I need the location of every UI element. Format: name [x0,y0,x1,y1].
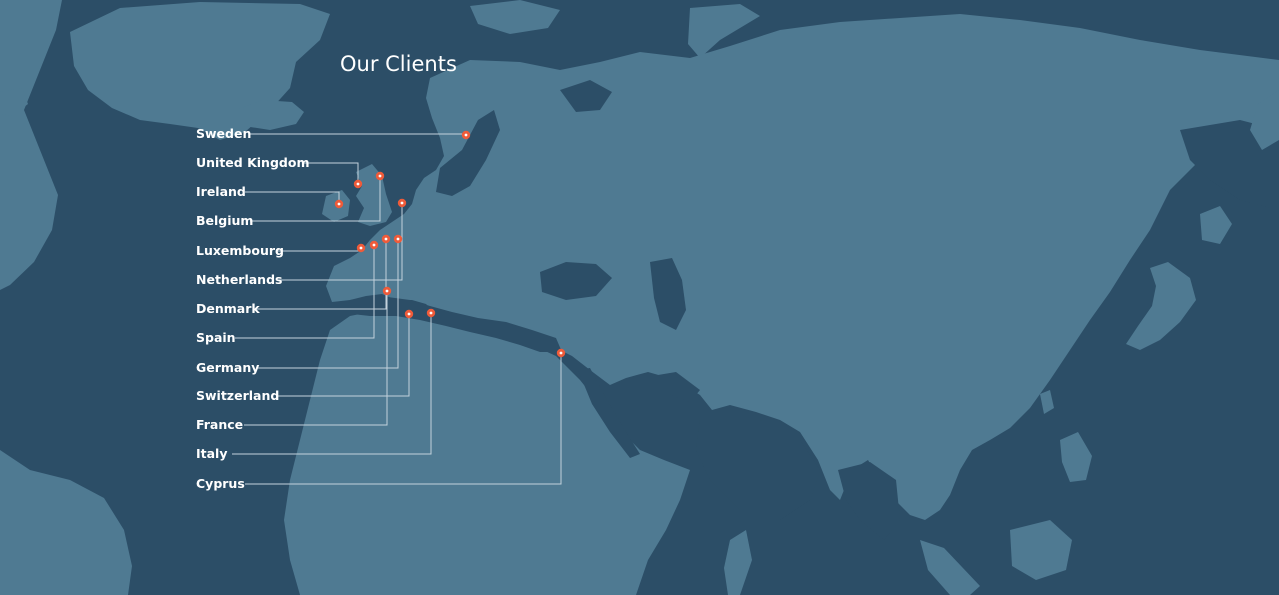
client-label-united-kingdom: United Kingdom [196,155,310,170]
client-label-belgium: Belgium [196,213,254,228]
client-label-cyprus: Cyprus [196,476,245,491]
client-label-france: France [196,417,244,432]
marker-center-belgium [378,174,382,178]
marker-center-united-kingdom [356,182,360,186]
marker-center-switzerland [407,312,411,316]
client-label-italy: Italy [196,446,228,461]
marker-center-luxembourg [359,246,363,250]
client-label-ireland: Ireland [196,184,246,199]
world-map [0,0,1279,595]
client-label-luxembourg: Luxembourg [196,243,284,258]
client-label-switzerland: Switzerland [196,388,280,403]
marker-center-spain [372,243,376,247]
client-label-germany: Germany [196,360,260,375]
marker-center-cyprus [559,351,563,355]
marker-center-denmark [384,237,388,241]
marker-center-germany [396,237,400,241]
marker-center-france [385,289,389,293]
marker-center-italy [429,311,433,315]
client-label-netherlands: Netherlands [196,272,283,287]
marker-center-netherlands [400,201,404,205]
client-label-sweden: Sweden [196,126,252,141]
map-title: Our Clients [340,52,457,76]
client-map: Our Clients Sweden United Kingdom Ireland B… [0,0,1279,595]
marker-center-sweden [464,133,468,137]
client-label-spain: Spain [196,330,236,345]
client-label-denmark: Denmark [196,301,260,316]
marker-center-ireland [337,202,341,206]
